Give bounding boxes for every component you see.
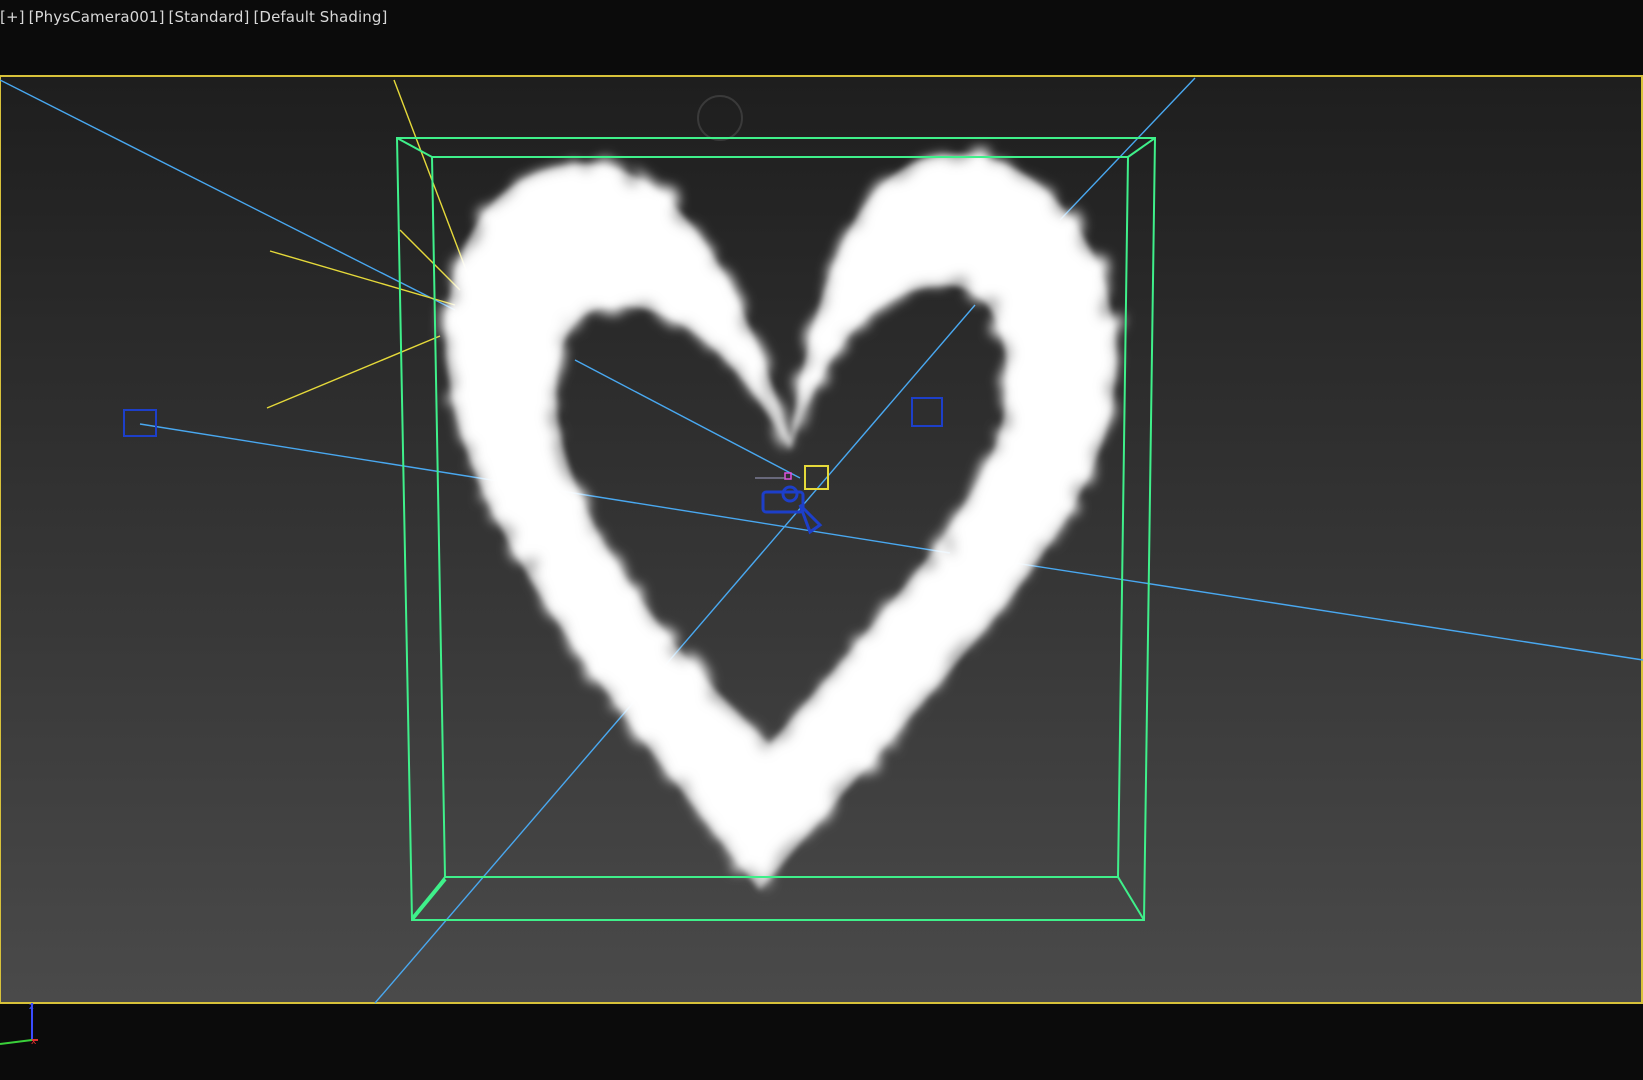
viewport-menu-plus[interactable]: [+]: [0, 8, 25, 26]
viewport-scene[interactable]: z x: [0, 0, 1643, 1080]
viewport-shading-menu[interactable]: [Default Shading]: [253, 8, 387, 26]
viewport-visual-style-menu[interactable]: [Standard]: [169, 8, 250, 26]
svg-text:x: x: [31, 1037, 37, 1047]
axis-tripod-icon: z x: [0, 1002, 38, 1047]
svg-text:z: z: [29, 1002, 34, 1012]
viewport-label-menu: [+] [PhysCamera001] [Standard] [Default …: [0, 8, 387, 26]
viewport[interactable]: z x [+] [PhysCamera001] [Standard] [Defa…: [0, 0, 1643, 1080]
viewport-background: [0, 76, 1643, 1003]
viewport-camera-menu[interactable]: [PhysCamera001]: [29, 8, 165, 26]
